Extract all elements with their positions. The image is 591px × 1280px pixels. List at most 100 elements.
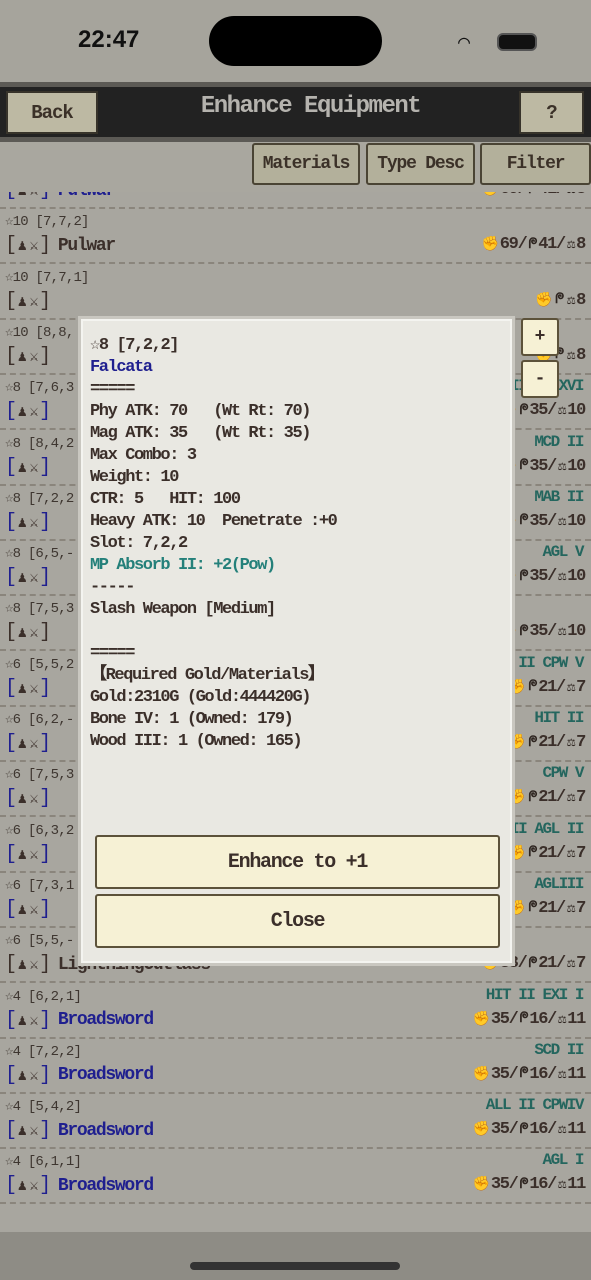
sword-icon: ⚔ [29,1123,38,1141]
weight-icon: ⚖ [558,513,566,530]
item-skill-tags: ALL II CPWIV [485,1096,585,1115]
staff-icon: ᖘ [528,734,537,751]
list-item[interactable]: ☆4 [6,2,1] HIT II EXI I [ ♟ ⚔ ] Broadswo… [0,984,591,1039]
weight: 10 [567,511,586,531]
bracket-open: [ [5,510,17,534]
bracket-open: [ [5,1174,17,1198]
weight-icon: ⚖ [558,403,566,420]
detail-line: 【Required Gold/Materials】 [90,666,325,685]
nav-bar: Back Enhance Equipment ? [0,82,591,142]
fist-icon: ✊ [482,192,499,198]
wifi-icon: ◠ [458,33,471,56]
staff-icon: ᖘ [528,789,537,806]
character-light-icon: ♟ [17,846,27,864]
bracket-close: ] [39,1063,51,1087]
item-name: Broadsword [57,1175,154,1196]
weight-icon: ⚖ [566,845,575,862]
item-rarity-slots: ☆8 [6,5,- [5,546,74,563]
filter-button[interactable]: Filter [480,143,591,185]
item-rarity-slots: ☆6 [7,5,3 [5,767,74,784]
back-button[interactable]: Back [6,91,98,134]
sword-icon: ⚔ [29,570,38,588]
item-rarity-slots: ☆6 [7,3,1 [5,877,74,894]
detail-line: Phy ATK: 70 (Wt Rt: 70) [90,402,311,421]
item-skill-tags: AGL V [542,543,584,562]
list-item[interactable]: ☆4 [6,1,1] AGL I [ ♟ ⚔ ] Broadsword ✊ 35… [0,1149,591,1205]
list-item[interactable]: [ ♟ ⚔ ] Pulwar ✊ 69/ ᖘ 41/ ⚖ 8 [0,192,591,209]
materials-button[interactable]: Materials [252,143,360,185]
help-button[interactable]: ? [519,91,584,134]
bracket-open: [ [5,566,17,590]
sword-icon: ⚔ [29,514,38,532]
bracket-close: ] [39,1119,51,1143]
weight-icon: ⚖ [558,569,566,586]
staff-icon: ᖘ [528,900,537,917]
staff-icon: ᖘ [528,679,537,696]
detail-line: Slot: 7,2,2 [90,534,188,553]
mag-atk: 35/ [529,567,557,587]
detail-line: Bone IV: 1 (Owned: 179) [90,710,294,729]
weight: 10 [567,622,586,642]
item-rarity-slots: ☆8 [7,6,3 [5,380,74,397]
character-light-icon: ♟ [17,736,27,753]
plus-button[interactable]: + [521,318,559,356]
minus-button[interactable]: - [521,360,559,398]
detail-line: ----- [90,578,135,597]
list-item[interactable]: ☆4 [5,4,2] ALL II CPWIV [ ♟ ⚔ ] Broadswo… [0,1094,591,1150]
fist-icon: ✊ [535,292,552,309]
bracket-open: [ [5,897,17,921]
item-skill-tags: HIT II EXI I [485,985,585,1004]
close-button[interactable]: Close [95,894,500,948]
enhance-button[interactable]: Enhance to +1 [95,835,500,889]
character-magic-icon: ♟ [17,570,27,588]
bracket-close: ] [39,953,51,977]
weight-icon: ⚖ [566,956,575,973]
sword-icon: ⚔ [29,791,38,809]
fist-icon: ✊ [481,237,499,254]
weight-icon: ⚖ [566,790,575,807]
bracket-close: ] [39,566,51,590]
bracket-close: ] [39,455,51,479]
character-magic-icon: ♟ [17,514,27,532]
bracket-close: ] [39,1008,51,1032]
mag-atk: 21/ [538,898,566,918]
item-name: Broadsword [57,1120,154,1141]
sword-icon: ⚔ [29,293,38,311]
item-rarity-slots: ☆8 [7,5,3 [5,601,74,618]
bracket-open: [ [5,192,17,202]
detail-line: Slash Weapon [Medium] [90,600,276,619]
weight-icon: ⚖ [567,192,575,198]
bracket-open: [ [5,344,17,368]
weight: 11 [567,1120,586,1140]
weight-icon: ⚖ [558,1011,566,1028]
weight: 7 [576,954,586,974]
bracket-open: [ [5,787,17,811]
weight: 8 [576,345,586,365]
detail-line: ===== [90,644,135,663]
list-item[interactable]: ☆10 [7,7,2] [ ♟ ⚔ ] Pulwar ✊ 69/ ᖘ 41/ ⚖… [0,209,591,265]
item-rarity-slots: ☆10 [8,8, [5,324,74,341]
mag-atk: 21/ [538,954,566,974]
item-rarity-slots: ☆6 [5,5,- [5,933,74,950]
mag-atk: 41/ [538,192,566,199]
weight: 7 [576,733,586,752]
home-indicator[interactable] [190,1262,400,1270]
character-light-icon: ♟ [17,901,27,919]
item-rarity-slots: ☆8 [8,4,2 [5,435,74,452]
weight-icon: ⚖ [566,237,575,254]
sword-icon: ⚔ [29,348,38,366]
sword-icon: ⚔ [29,1178,38,1196]
item-skill-tags: CPW V [542,764,584,783]
item-rarity-slots: ☆6 [5,5,2 [5,656,74,673]
bracket-close: ] [39,621,51,645]
list-item[interactable]: ☆10 [7,7,1] [ ♟ ⚔ ] ✊ ᖘ ⚖ 8 [0,265,591,320]
bracket-close: ] [39,1174,51,1198]
detail-line: Falcata [90,358,153,377]
bracket-close: ] [39,842,51,866]
sword-icon: ⚔ [29,1012,38,1030]
list-item[interactable]: ☆4 [7,2,2] SCD II [ ♟ ⚔ ] Broadsword ✊ 3… [0,1039,591,1094]
staff-icon: ᖘ [528,192,537,198]
type-desc-button[interactable]: Type Desc [366,143,475,185]
clock: 22:47 [78,26,140,53]
item-rarity-slots: ☆4 [7,2,2] [5,1043,82,1060]
